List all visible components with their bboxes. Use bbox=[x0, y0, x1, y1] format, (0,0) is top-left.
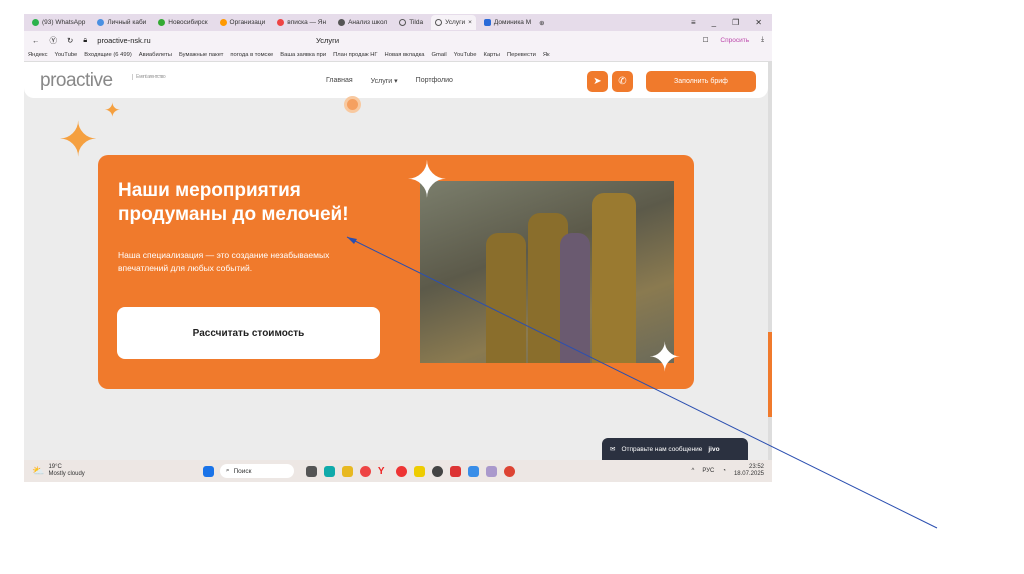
annotation-arrow bbox=[346, 236, 938, 529]
